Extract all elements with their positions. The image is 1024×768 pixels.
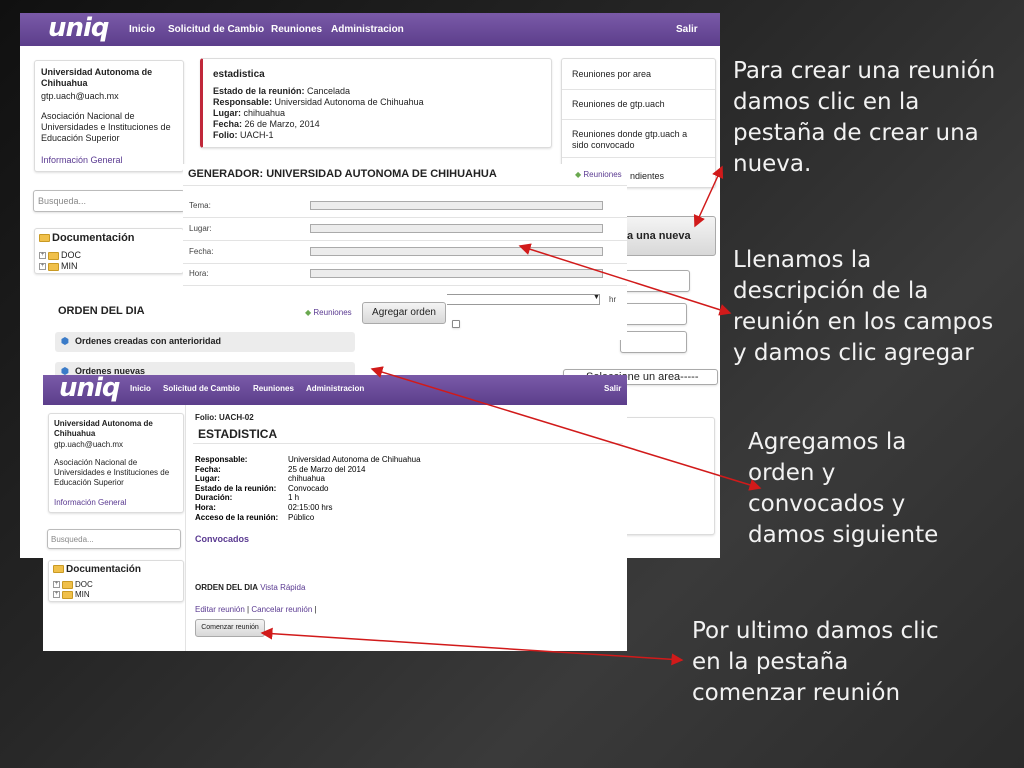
arrow-add [370,366,762,491]
arrow-create [693,165,724,228]
annotation-arrows [260,165,762,666]
arrow-start [260,627,684,666]
arrow-fill [518,243,732,316]
